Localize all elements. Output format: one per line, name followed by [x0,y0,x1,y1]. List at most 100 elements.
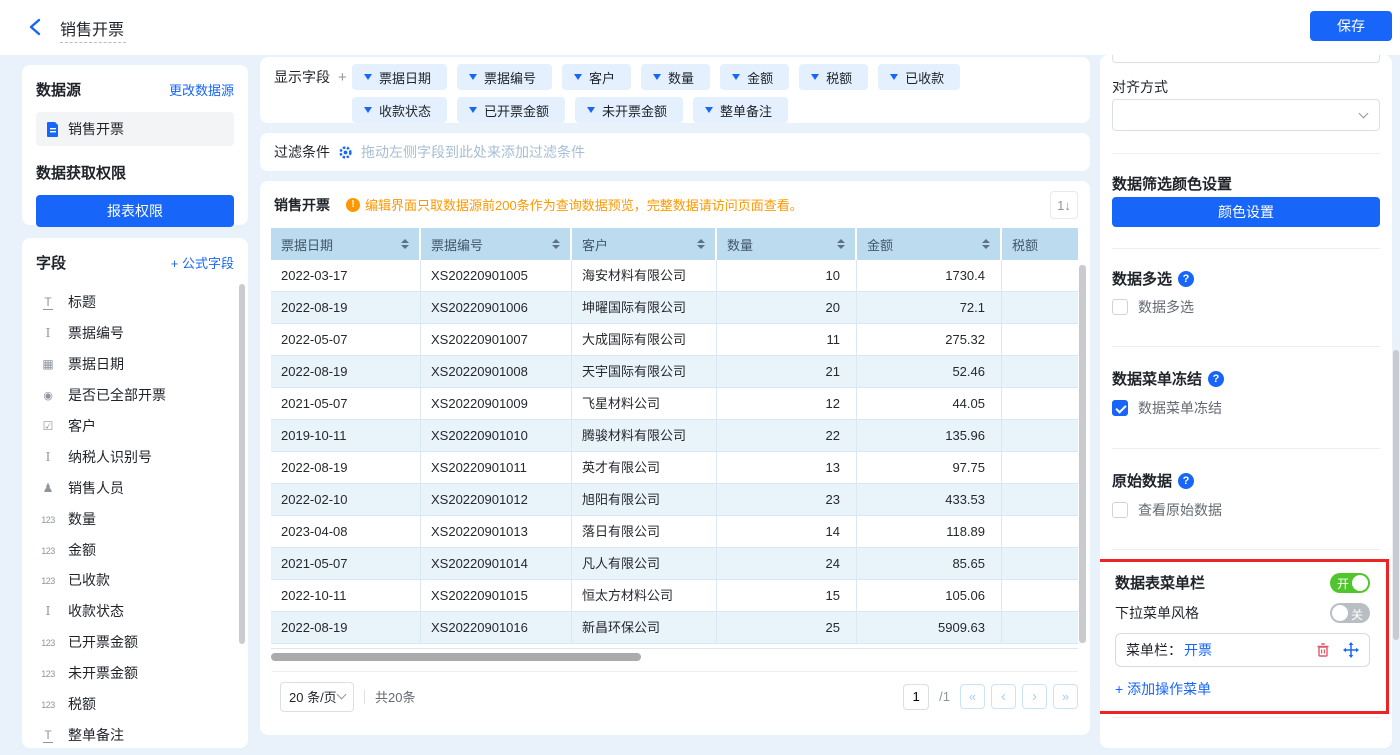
field-list-item[interactable]: 纳税人识别号 [22,441,248,472]
field-list-item[interactable]: 客户 [22,411,248,442]
display-field-chip[interactable]: 票据编号 [457,64,552,90]
display-field-chip[interactable]: 未开票金额 [575,97,683,123]
trash-icon[interactable] [1315,642,1331,658]
next-page-button[interactable] [1022,684,1047,709]
field-list-item[interactable]: 税额 [22,689,248,720]
multi-select-checkbox[interactable] [1112,299,1128,315]
field-list-item[interactable]: 已开票金额 [22,627,248,658]
chevron-down-icon[interactable] [364,107,372,113]
datasource-item-label: 销售开票 [68,119,124,139]
preview-warning: ! 编辑界面只取数据源前200条作为查询数据预览，完整数据请访问页面查看。 [346,195,803,214]
column-header[interactable]: 税额 [1002,228,1078,260]
fields-title: 字段 [36,252,66,273]
report-permission-button[interactable]: 报表权限 [36,195,234,227]
menu-item[interactable]: 菜单栏： 开票 [1115,633,1370,667]
chevron-down-icon[interactable] [587,107,595,113]
field-list-item[interactable]: 金额 [22,534,248,565]
field-list-item[interactable]: 数量 [22,503,248,534]
column-header[interactable]: 数量 [717,228,857,260]
table-cell: XS20220901008 [421,356,572,388]
field-list-item[interactable]: 标题 [22,287,248,318]
field-type-icon [38,357,58,371]
field-list-item[interactable]: 票据编号 [22,318,248,349]
column-header-label: 票据编号 [431,235,483,254]
raw-data-checkbox[interactable] [1112,502,1128,518]
display-field-chip[interactable]: 整单备注 [693,97,788,123]
dropdown-style-toggle[interactable]: 关 [1330,603,1370,623]
add-action-menu-link[interactable]: + 添加操作菜单 [1115,679,1370,699]
filter-dropzone-placeholder[interactable]: 拖动左侧字段到此处来添加过滤条件 [361,142,585,162]
cutoff-select[interactable] [1112,55,1380,63]
menu-freeze-checkbox[interactable] [1112,400,1128,416]
chevron-down-icon[interactable] [469,107,477,113]
column-header[interactable]: 金额 [857,228,1002,260]
add-formula-field-link[interactable]: + 公式字段 [171,253,234,272]
last-page-button[interactable] [1053,684,1078,709]
sort-order-icon[interactable]: 1↓ [1050,191,1078,219]
column-header-label: 数量 [727,235,753,254]
display-field-chip[interactable]: 已收款 [878,64,960,90]
table-panel: 销售开票 ! 编辑界面只取数据源前200条作为查询数据预览，完整数据请访问页面查… [260,181,1090,735]
page-size-select[interactable]: 20 条/页 [280,682,354,712]
chip-label: 已开票金额 [484,101,549,120]
field-list-item[interactable]: 票据日期 [22,349,248,380]
page-scrollbar[interactable] [1393,350,1399,640]
chevron-down-icon[interactable] [890,74,898,80]
chevron-down-icon[interactable] [732,74,740,80]
display-field-chip[interactable]: 已开票金额 [457,97,565,123]
sort-icon[interactable] [401,239,409,249]
display-field-chip[interactable]: 客户 [562,64,631,90]
table-scrollbar[interactable] [1079,265,1086,643]
chevron-down-icon[interactable] [811,74,819,80]
help-icon[interactable] [1178,271,1194,287]
chevron-down-icon[interactable] [574,74,582,80]
table-row: 2022-08-19XS20220901016新昌环保公司255909.63 [271,612,1078,644]
field-list-item[interactable]: 未开票金额 [22,658,248,689]
datasource-item[interactable]: 销售开票 [36,112,234,146]
table-menubar-toggle[interactable]: 开 [1330,573,1370,593]
field-list-item[interactable]: 已收款 [22,565,248,596]
gear-icon[interactable] [338,145,353,160]
display-field-chip[interactable]: 票据日期 [352,64,447,90]
field-list-item[interactable]: 是否已全部开票 [22,380,248,411]
page-number-input[interactable] [903,684,929,710]
save-button[interactable]: 保存 [1310,11,1392,41]
sort-icon[interactable] [552,239,560,249]
column-header[interactable]: 客户 [572,228,717,260]
partial-row [271,644,1078,649]
change-datasource-link[interactable]: 更改数据源 [169,80,234,99]
align-select[interactable] [1112,99,1380,131]
display-field-chip[interactable]: 税额 [799,64,868,90]
add-display-field-icon[interactable]: + [338,69,347,86]
chevron-down-icon[interactable] [364,74,372,80]
display-chips-row: 收款状态 已开票金额 未开票金额 整单备注 [352,97,960,123]
first-page-button[interactable] [960,684,985,709]
column-header[interactable]: 票据日期 [271,228,421,260]
move-icon[interactable] [1343,642,1359,658]
back-icon[interactable] [28,18,42,36]
column-header[interactable]: 票据编号 [421,228,572,260]
sort-icon[interactable] [837,239,845,249]
table-title: 销售开票 [274,195,330,215]
help-icon[interactable] [1208,371,1224,387]
chevron-down-icon[interactable] [653,74,661,80]
prev-page-button[interactable] [991,684,1016,709]
field-label: 标题 [68,292,96,312]
field-list-item[interactable]: 销售人员 [22,472,248,503]
display-field-chip[interactable]: 收款状态 [352,97,447,123]
display-field-chip[interactable]: 金额 [720,64,789,90]
horizontal-scrollbar[interactable] [271,653,641,661]
color-settings-button[interactable]: 颜色设置 [1112,197,1380,227]
chevron-down-icon[interactable] [705,107,713,113]
display-field-chip[interactable]: 数量 [641,64,710,90]
sort-icon[interactable] [982,239,990,249]
chevron-down-icon[interactable] [469,74,477,80]
table-cell: 海安材料有限公司 [572,260,717,292]
help-icon[interactable] [1178,473,1194,489]
table-cell: 2022-08-19 [271,452,421,484]
table-cell [1002,324,1078,356]
sort-icon[interactable] [697,239,705,249]
field-list-item[interactable]: 整单备注 [22,719,248,748]
field-list-item[interactable]: 收款状态 [22,596,248,627]
fields-scrollbar[interactable] [239,284,245,644]
